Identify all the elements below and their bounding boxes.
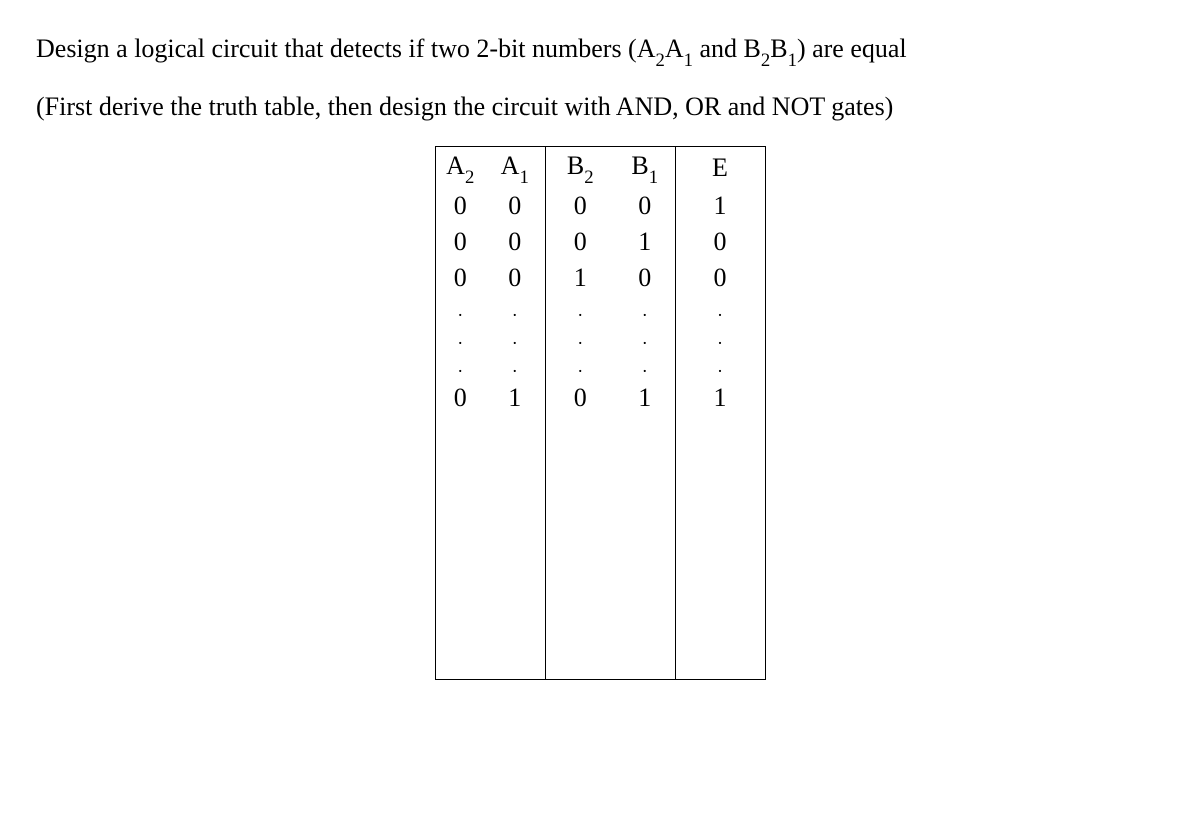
cell-b1: 0 bbox=[615, 188, 675, 224]
cell-a1: 1 bbox=[485, 380, 545, 416]
text-fragment: ) are equal bbox=[797, 34, 907, 63]
table-row: 0 1 0 1 1 bbox=[435, 380, 765, 416]
dot-cell: . bbox=[675, 324, 765, 352]
text-fragment: Design a logical circuit that detects if… bbox=[36, 34, 656, 63]
header-b1: B1 bbox=[615, 146, 675, 188]
cell-b2: 0 bbox=[545, 380, 615, 416]
empty-row bbox=[435, 548, 765, 592]
subscript: 1 bbox=[788, 50, 797, 71]
problem-line-2: (First derive the truth table, then desi… bbox=[36, 92, 893, 121]
header-e: E bbox=[675, 146, 765, 188]
truth-table: A2 A1 B2 B1 E 0 0 0 0 1 0 0 0 1 0 0 0 1 … bbox=[435, 146, 766, 681]
text-fragment: and B bbox=[693, 34, 761, 63]
cell-a1: 0 bbox=[485, 188, 545, 224]
empty-row bbox=[435, 416, 765, 460]
dots-row: . . . . . bbox=[435, 324, 765, 352]
dots-row: . . . . . bbox=[435, 296, 765, 324]
subscript: 2 bbox=[656, 50, 665, 71]
cell-a1: 0 bbox=[485, 224, 545, 260]
cell-a1: 0 bbox=[485, 260, 545, 296]
cell-b2: 0 bbox=[545, 224, 615, 260]
dot-cell: . bbox=[545, 324, 615, 352]
cell-a2: 0 bbox=[435, 380, 485, 416]
subscript: 2 bbox=[761, 50, 770, 71]
dot-cell: . bbox=[435, 352, 485, 380]
cell-e: 1 bbox=[675, 380, 765, 416]
cell-e: 0 bbox=[675, 224, 765, 260]
header-b2: B2 bbox=[545, 146, 615, 188]
cell-b2: 1 bbox=[545, 260, 615, 296]
table-row: 0 0 1 0 0 bbox=[435, 260, 765, 296]
cell-b2: 0 bbox=[545, 188, 615, 224]
dot-cell: . bbox=[485, 324, 545, 352]
cell-a2: 0 bbox=[435, 260, 485, 296]
table-header-row: A2 A1 B2 B1 E bbox=[435, 146, 765, 188]
text-fragment: A bbox=[665, 34, 684, 63]
table-row: 0 0 0 0 1 bbox=[435, 188, 765, 224]
dot-cell: . bbox=[485, 352, 545, 380]
header-a2: A2 bbox=[435, 146, 485, 188]
cell-e: 1 bbox=[675, 188, 765, 224]
truth-table-wrapper: A2 A1 B2 B1 E 0 0 0 0 1 0 0 0 1 0 0 0 1 … bbox=[36, 146, 1164, 681]
cell-a2: 0 bbox=[435, 224, 485, 260]
dot-cell: . bbox=[545, 352, 615, 380]
cell-a2: 0 bbox=[435, 188, 485, 224]
dot-cell: . bbox=[615, 352, 675, 380]
dot-cell: . bbox=[545, 296, 615, 324]
text-fragment: B bbox=[770, 34, 787, 63]
empty-row bbox=[435, 592, 765, 636]
empty-row bbox=[435, 460, 765, 504]
cell-e: 0 bbox=[675, 260, 765, 296]
dot-cell: . bbox=[675, 352, 765, 380]
empty-row bbox=[435, 636, 765, 680]
dot-cell: . bbox=[615, 324, 675, 352]
header-a1: A1 bbox=[485, 146, 545, 188]
problem-line-1: Design a logical circuit that detects if… bbox=[36, 34, 907, 63]
table-row: 0 0 0 1 0 bbox=[435, 224, 765, 260]
dots-row: . . . . . bbox=[435, 352, 765, 380]
dot-cell: . bbox=[615, 296, 675, 324]
cell-b1: 1 bbox=[615, 380, 675, 416]
dot-cell: . bbox=[675, 296, 765, 324]
cell-b1: 0 bbox=[615, 260, 675, 296]
problem-statement: Design a logical circuit that detects if… bbox=[36, 20, 1164, 136]
dot-cell: . bbox=[435, 296, 485, 324]
dot-cell: . bbox=[435, 324, 485, 352]
subscript: 1 bbox=[684, 50, 693, 71]
cell-b1: 1 bbox=[615, 224, 675, 260]
dot-cell: . bbox=[485, 296, 545, 324]
empty-row bbox=[435, 504, 765, 548]
